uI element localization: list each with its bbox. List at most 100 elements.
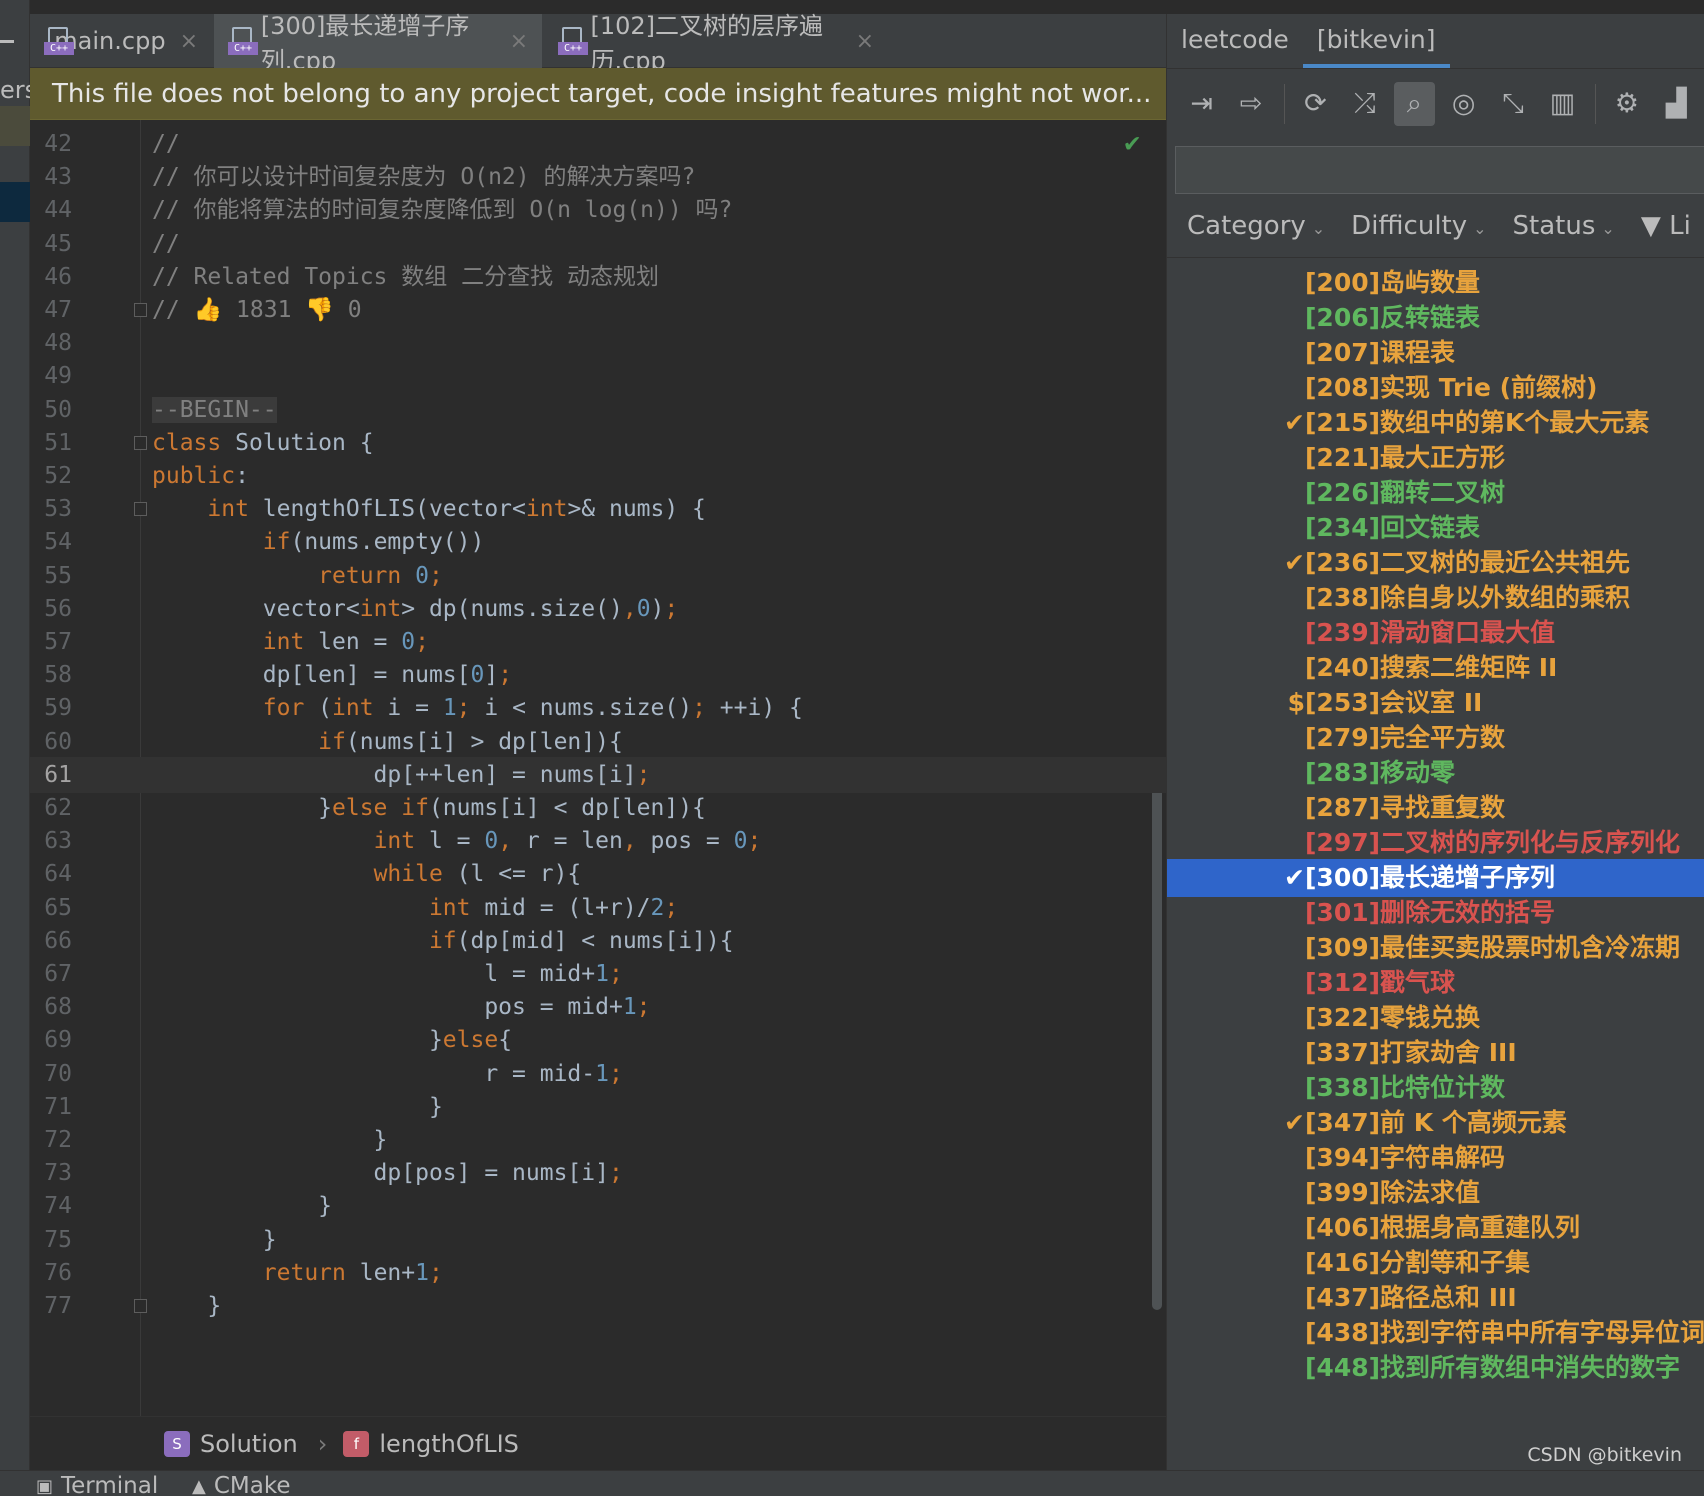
close-icon[interactable]: × [856, 29, 874, 54]
problem-item[interactable]: [234]回文链表 [1167, 509, 1704, 547]
line-number[interactable]: 60 [30, 724, 72, 760]
cmake-tool-button[interactable]: ▲ CMake [192, 1473, 291, 1496]
problem-item[interactable]: [438]找到字符串中所有字母异位词 [1167, 1314, 1704, 1352]
store-icon[interactable]: ▟ [1656, 82, 1697, 126]
problem-item[interactable]: [200]岛屿数量 [1167, 264, 1704, 302]
problem-item[interactable]: [338]比特位计数 [1167, 1069, 1704, 1107]
problem-item[interactable]: [416]分割等和子集 [1167, 1244, 1704, 1282]
tab-bitkevin[interactable]: [bitkevin] [1302, 14, 1450, 68]
code-line[interactable]: 51 class Solution { [30, 425, 1166, 461]
line-number[interactable]: 70 [30, 1056, 72, 1092]
line-number[interactable]: 54 [30, 524, 72, 560]
line-number[interactable]: 69 [30, 1022, 72, 1058]
line-number[interactable]: 53 [30, 491, 72, 527]
line-number[interactable]: 51 [30, 425, 72, 461]
line-number[interactable]: 71 [30, 1089, 72, 1125]
problem-item[interactable]: [406]根据身高重建队列 [1167, 1209, 1704, 1247]
problem-item[interactable]: [394]字符串解码 [1167, 1139, 1704, 1177]
code-line[interactable]: 72 } [30, 1122, 1166, 1158]
login-icon[interactable]: ⇥ [1181, 82, 1222, 126]
line-number[interactable]: 59 [30, 690, 72, 726]
code-line[interactable]: 70 r = mid-1; [30, 1056, 1166, 1092]
problem-item[interactable]: [226]翻转二叉树 [1167, 474, 1704, 512]
code-line[interactable]: 55 return 0; [30, 558, 1166, 594]
project-warning-banner[interactable]: This file does not belong to any project… [30, 68, 1166, 120]
refresh-icon[interactable]: ⟳ [1295, 82, 1336, 126]
problem-item[interactable]: [240]搜索二维矩阵 II [1167, 649, 1704, 687]
line-number[interactable]: 42 [30, 126, 72, 162]
line-number[interactable]: 52 [30, 458, 72, 494]
code-line[interactable]: 73 dp[pos] = nums[i]; [30, 1155, 1166, 1191]
breadcrumb-class[interactable]: Solution [200, 1430, 298, 1458]
fold-marker-icon[interactable] [134, 303, 147, 317]
code-line[interactable]: 52 public: [30, 458, 1166, 494]
problem-item[interactable]: [399]除法求值 [1167, 1174, 1704, 1212]
search-icon[interactable]: ⌕ [1393, 81, 1435, 126]
problem-item[interactable]: [239]滑动窗口最大值 [1167, 614, 1704, 652]
problem-item[interactable]: [309]最佳买卖股票时机含冷冻期 [1167, 929, 1704, 967]
problem-item[interactable]: [238]除自身以外数组的乘积 [1167, 579, 1704, 617]
code-line[interactable]: 75 } [30, 1222, 1166, 1258]
code-line[interactable]: 63 int l = 0, r = len, pos = 0; [30, 823, 1166, 859]
locate-icon[interactable]: ◎ [1443, 82, 1484, 126]
tree-row-selected[interactable] [0, 182, 30, 222]
fold-marker-icon[interactable] [134, 502, 147, 517]
line-number[interactable]: 45 [30, 226, 72, 262]
line-number[interactable]: 48 [30, 325, 72, 361]
line-number[interactable]: 67 [30, 956, 72, 992]
problem-item[interactable]: $ [253]会议室 II [1167, 684, 1704, 722]
fold-marker-icon[interactable] [134, 435, 147, 450]
code-line[interactable]: 48 [30, 325, 1166, 361]
code-line[interactable]: 57 int len = 0; [30, 624, 1166, 660]
code-line[interactable]: 53 int lengthOfLIS(vector<int>& nums) { [30, 491, 1166, 527]
problem-item[interactable]: [301]删除无效的括号 [1167, 894, 1704, 932]
code-line[interactable]: 56 vector<int> dp(nums.size(),0); [30, 591, 1166, 627]
tab-102-level-order[interactable]: C++ [102]二叉树的层序遍历.cpp × [544, 12, 888, 75]
problem-item[interactable]: [207]课程表 [1167, 334, 1704, 372]
chart-icon[interactable]: ▥ [1542, 82, 1583, 126]
code-line[interactable]: 64 while (l <= r){ [30, 856, 1166, 892]
line-number[interactable]: 72 [30, 1122, 72, 1158]
problem-item[interactable]: ✔ [347]前 K 个高频元素 [1167, 1104, 1704, 1142]
search-input[interactable] [1175, 146, 1704, 194]
difficulty-filter[interactable]: Difficulty ⌄ [1351, 211, 1486, 241]
close-icon[interactable]: × [180, 29, 198, 54]
problem-item[interactable]: [208]实现 Trie (前缀树) [1167, 369, 1704, 407]
code-line[interactable]: 76 return len+1; [30, 1255, 1166, 1291]
code-line[interactable]: 42 // [30, 126, 1166, 162]
line-number[interactable]: 68 [30, 989, 72, 1025]
line-number[interactable]: 64 [30, 856, 72, 892]
terminal-tool-button[interactable]: ▣ Terminal [36, 1473, 158, 1496]
code-line[interactable]: 46 // Related Topics 数组 二分查找 动态规划 [30, 259, 1166, 295]
line-number[interactable]: 77 [30, 1288, 72, 1324]
code-line[interactable]: 77 } [30, 1288, 1166, 1324]
problem-item[interactable]: [279]完全平方数 [1167, 719, 1704, 757]
tab-main-cpp[interactable]: C++ main.cpp × [30, 14, 212, 68]
problem-item[interactable]: [283]移动零 [1167, 754, 1704, 792]
line-number[interactable]: 56 [30, 591, 72, 627]
problem-item[interactable]: ✔ [215]数组中的第K个最大元素 [1167, 404, 1704, 442]
gear-icon[interactable]: ⚙ [1606, 82, 1647, 126]
line-number[interactable]: 75 [30, 1222, 72, 1258]
line-number[interactable]: 44 [30, 192, 72, 228]
problem-item[interactable]: [297]二叉树的序列化与反序列化 [1167, 824, 1704, 862]
code-line[interactable]: 54 if(nums.empty()) [30, 524, 1166, 560]
code-line[interactable]: 68 pos = mid+1; [30, 989, 1166, 1025]
problem-item[interactable]: [221]最大正方形 [1167, 439, 1704, 477]
code-line[interactable]: 61 dp[++len] = nums[i]; [30, 756, 1166, 793]
line-number[interactable]: 66 [30, 923, 72, 959]
problem-item[interactable]: [287]寻找重复数 [1167, 789, 1704, 827]
collapse-icon[interactable] [0, 40, 14, 43]
line-number[interactable]: 65 [30, 890, 72, 926]
collapse-all-icon[interactable]: ⤡ [1492, 82, 1533, 126]
line-number[interactable]: 73 [30, 1155, 72, 1191]
code-line[interactable]: 74 } [30, 1188, 1166, 1224]
close-icon[interactable]: × [510, 29, 528, 54]
tab-300-lis[interactable]: C++ [300]最长递增子序列.cpp × [214, 12, 542, 75]
problem-item[interactable]: [322]零钱兑换 [1167, 999, 1704, 1037]
status-filter[interactable]: Status ⌄ [1513, 211, 1615, 241]
line-number[interactable]: 43 [30, 159, 72, 195]
breadcrumb-function[interactable]: lengthOfLIS [379, 1430, 519, 1458]
tab-leetcode[interactable]: leetcode [1167, 14, 1303, 68]
code-line[interactable]: 47 // 👍 1831 👎 0 [30, 292, 1166, 328]
